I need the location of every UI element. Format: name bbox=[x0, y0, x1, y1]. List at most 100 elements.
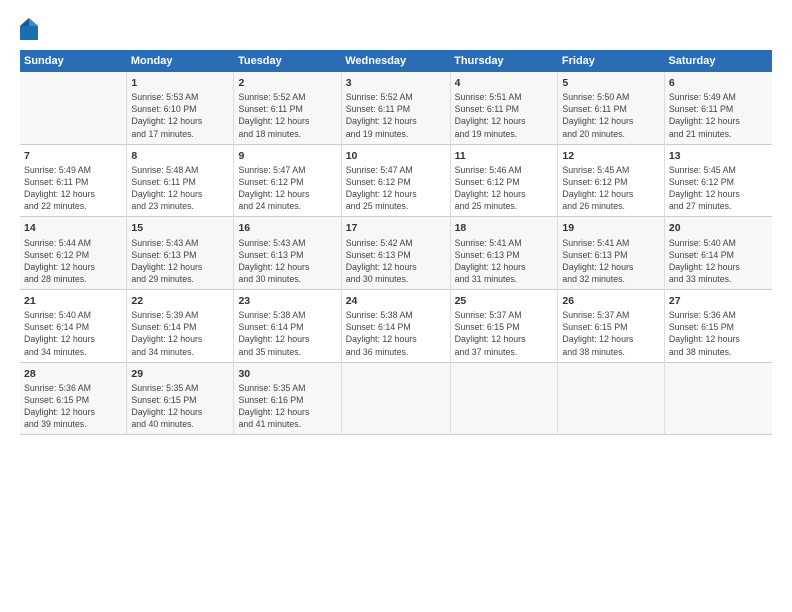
calendar-table: SundayMondayTuesdayWednesdayThursdayFrid… bbox=[20, 50, 772, 435]
calendar-cell: 16 Sunrise: 5:43 AM Sunset: 6:13 PM Dayli… bbox=[234, 217, 341, 290]
calendar-cell: 20Sunrise: 5:40 AM Sunset: 6:14 PM Dayli… bbox=[664, 217, 772, 290]
day-detail: Sunrise: 5:35 AM Sunset: 6:15 PM Dayligh… bbox=[131, 382, 229, 431]
weekday-header-row: SundayMondayTuesdayWednesdayThursdayFrid… bbox=[20, 50, 772, 72]
day-detail: Sunrise: 5:38 AM Sunset: 6:14 PM Dayligh… bbox=[346, 309, 446, 358]
page-header bbox=[20, 18, 772, 40]
calendar-week-row: 1Sunrise: 5:53 AM Sunset: 6:10 PM Daylig… bbox=[20, 72, 772, 144]
weekday-header-thursday: Thursday bbox=[450, 50, 558, 72]
day-detail: Sunrise: 5:37 AM Sunset: 6:15 PM Dayligh… bbox=[562, 309, 659, 358]
calendar-cell: 10Sunrise: 5:47 AM Sunset: 6:12 PM Dayli… bbox=[341, 144, 450, 217]
day-detail: Sunrise: 5:41 AM Sunset: 6:13 PM Dayligh… bbox=[455, 237, 554, 286]
calendar-cell bbox=[664, 362, 772, 435]
day-detail: Sunrise: 5:40 AM Sunset: 6:14 PM Dayligh… bbox=[24, 309, 122, 358]
day-detail: Sunrise: 5:36 AM Sunset: 6:15 PM Dayligh… bbox=[24, 382, 122, 431]
calendar-week-row: 14 Sunrise: 5:44 AM Sunset: 6:12 PM Dayli… bbox=[20, 217, 772, 290]
day-number: 4 bbox=[455, 76, 554, 90]
calendar-cell: 23Sunrise: 5:38 AM Sunset: 6:14 PM Dayli… bbox=[234, 290, 341, 363]
calendar-cell: 3Sunrise: 5:52 AM Sunset: 6:11 PM Daylig… bbox=[341, 72, 450, 144]
day-detail: Sunrise: 5:50 AM Sunset: 6:11 PM Dayligh… bbox=[562, 91, 659, 140]
calendar-cell: 27Sunrise: 5:36 AM Sunset: 6:15 PM Dayli… bbox=[664, 290, 772, 363]
weekday-header-wednesday: Wednesday bbox=[341, 50, 450, 72]
day-detail: Sunrise: 5:41 AM Sunset: 6:13 PM Dayligh… bbox=[562, 237, 659, 286]
calendar-cell bbox=[558, 362, 664, 435]
calendar-cell: 19 Sunrise: 5:41 AM Sunset: 6:13 PM Dayli… bbox=[558, 217, 664, 290]
calendar-cell: 9Sunrise: 5:47 AM Sunset: 6:12 PM Daylig… bbox=[234, 144, 341, 217]
calendar-week-row: 21Sunrise: 5:40 AM Sunset: 6:14 PM Dayli… bbox=[20, 290, 772, 363]
day-number: 1 bbox=[131, 76, 229, 90]
day-detail: Sunrise: 5:45 AM Sunset: 6:12 PM Dayligh… bbox=[669, 164, 768, 213]
calendar-cell: 17 Sunrise: 5:42 AM Sunset: 6:13 PM Dayli… bbox=[341, 217, 450, 290]
logo bbox=[20, 18, 40, 40]
day-detail: Sunrise: 5:35 AM Sunset: 6:16 PM Dayligh… bbox=[238, 382, 336, 431]
day-number: 18 bbox=[455, 221, 554, 235]
day-number: 21 bbox=[24, 294, 122, 308]
weekday-header-sunday: Sunday bbox=[20, 50, 127, 72]
day-detail: Sunrise: 5:51 AM Sunset: 6:11 PM Dayligh… bbox=[455, 91, 554, 140]
day-number: 11 bbox=[455, 149, 554, 163]
calendar-cell: 26Sunrise: 5:37 AM Sunset: 6:15 PM Dayli… bbox=[558, 290, 664, 363]
day-detail: Sunrise: 5:49 AM Sunset: 6:11 PM Dayligh… bbox=[669, 91, 768, 140]
day-number: 24 bbox=[346, 294, 446, 308]
day-number: 29 bbox=[131, 367, 229, 381]
weekday-header-saturday: Saturday bbox=[664, 50, 772, 72]
calendar-cell: 18 Sunrise: 5:41 AM Sunset: 6:13 PM Dayli… bbox=[450, 217, 558, 290]
day-number: 15 bbox=[131, 221, 229, 235]
day-number: 26 bbox=[562, 294, 659, 308]
day-detail: Sunrise: 5:43 AM Sunset: 6:13 PM Dayligh… bbox=[131, 237, 229, 286]
day-number: 2 bbox=[238, 76, 336, 90]
calendar-cell: 12Sunrise: 5:45 AM Sunset: 6:12 PM Dayli… bbox=[558, 144, 664, 217]
day-number: 6 bbox=[669, 76, 768, 90]
day-number: 25 bbox=[455, 294, 554, 308]
day-number: 20 bbox=[669, 221, 768, 235]
day-detail: Sunrise: 5:39 AM Sunset: 6:14 PM Dayligh… bbox=[131, 309, 229, 358]
calendar-cell: 7Sunrise: 5:49 AM Sunset: 6:11 PM Daylig… bbox=[20, 144, 127, 217]
day-detail: Sunrise: 5:38 AM Sunset: 6:14 PM Dayligh… bbox=[238, 309, 336, 358]
calendar-cell: 29Sunrise: 5:35 AM Sunset: 6:15 PM Dayli… bbox=[127, 362, 234, 435]
day-detail: Sunrise: 5:48 AM Sunset: 6:11 PM Dayligh… bbox=[131, 164, 229, 213]
day-number: 17 bbox=[346, 221, 446, 235]
day-number: 14 bbox=[24, 221, 122, 235]
calendar-cell: 25Sunrise: 5:37 AM Sunset: 6:15 PM Dayli… bbox=[450, 290, 558, 363]
calendar-week-row: 28Sunrise: 5:36 AM Sunset: 6:15 PM Dayli… bbox=[20, 362, 772, 435]
day-number: 28 bbox=[24, 367, 122, 381]
calendar-cell bbox=[20, 72, 127, 144]
day-number: 10 bbox=[346, 149, 446, 163]
calendar-cell: 28Sunrise: 5:36 AM Sunset: 6:15 PM Dayli… bbox=[20, 362, 127, 435]
day-detail: Sunrise: 5:37 AM Sunset: 6:15 PM Dayligh… bbox=[455, 309, 554, 358]
day-number: 12 bbox=[562, 149, 659, 163]
day-number: 19 bbox=[562, 221, 659, 235]
day-number: 22 bbox=[131, 294, 229, 308]
day-number: 23 bbox=[238, 294, 336, 308]
day-number: 27 bbox=[669, 294, 768, 308]
calendar-cell: 2Sunrise: 5:52 AM Sunset: 6:11 PM Daylig… bbox=[234, 72, 341, 144]
day-detail: Sunrise: 5:45 AM Sunset: 6:12 PM Dayligh… bbox=[562, 164, 659, 213]
logo-icon bbox=[20, 18, 38, 40]
calendar-cell bbox=[341, 362, 450, 435]
calendar-cell: 21Sunrise: 5:40 AM Sunset: 6:14 PM Dayli… bbox=[20, 290, 127, 363]
day-detail: Sunrise: 5:44 AM Sunset: 6:12 PM Dayligh… bbox=[24, 237, 122, 286]
calendar-cell: 1Sunrise: 5:53 AM Sunset: 6:10 PM Daylig… bbox=[127, 72, 234, 144]
calendar-cell: 8Sunrise: 5:48 AM Sunset: 6:11 PM Daylig… bbox=[127, 144, 234, 217]
day-detail: Sunrise: 5:52 AM Sunset: 6:11 PM Dayligh… bbox=[346, 91, 446, 140]
calendar-week-row: 7Sunrise: 5:49 AM Sunset: 6:11 PM Daylig… bbox=[20, 144, 772, 217]
day-detail: Sunrise: 5:36 AM Sunset: 6:15 PM Dayligh… bbox=[669, 309, 768, 358]
day-detail: Sunrise: 5:47 AM Sunset: 6:12 PM Dayligh… bbox=[238, 164, 336, 213]
day-number: 8 bbox=[131, 149, 229, 163]
day-number: 16 bbox=[238, 221, 336, 235]
day-detail: Sunrise: 5:52 AM Sunset: 6:11 PM Dayligh… bbox=[238, 91, 336, 140]
day-number: 5 bbox=[562, 76, 659, 90]
weekday-header-monday: Monday bbox=[127, 50, 234, 72]
calendar-cell: 30Sunrise: 5:35 AM Sunset: 6:16 PM Dayli… bbox=[234, 362, 341, 435]
day-detail: Sunrise: 5:49 AM Sunset: 6:11 PM Dayligh… bbox=[24, 164, 122, 213]
day-number: 9 bbox=[238, 149, 336, 163]
calendar-cell: 4Sunrise: 5:51 AM Sunset: 6:11 PM Daylig… bbox=[450, 72, 558, 144]
calendar-cell: 14 Sunrise: 5:44 AM Sunset: 6:12 PM Dayli… bbox=[20, 217, 127, 290]
day-number: 7 bbox=[24, 149, 122, 163]
calendar-cell: 24Sunrise: 5:38 AM Sunset: 6:14 PM Dayli… bbox=[341, 290, 450, 363]
day-number: 30 bbox=[238, 367, 336, 381]
day-detail: Sunrise: 5:42 AM Sunset: 6:13 PM Dayligh… bbox=[346, 237, 446, 286]
calendar-cell bbox=[450, 362, 558, 435]
day-detail: Sunrise: 5:53 AM Sunset: 6:10 PM Dayligh… bbox=[131, 91, 229, 140]
calendar-cell: 11Sunrise: 5:46 AM Sunset: 6:12 PM Dayli… bbox=[450, 144, 558, 217]
day-detail: Sunrise: 5:43 AM Sunset: 6:13 PM Dayligh… bbox=[238, 237, 336, 286]
